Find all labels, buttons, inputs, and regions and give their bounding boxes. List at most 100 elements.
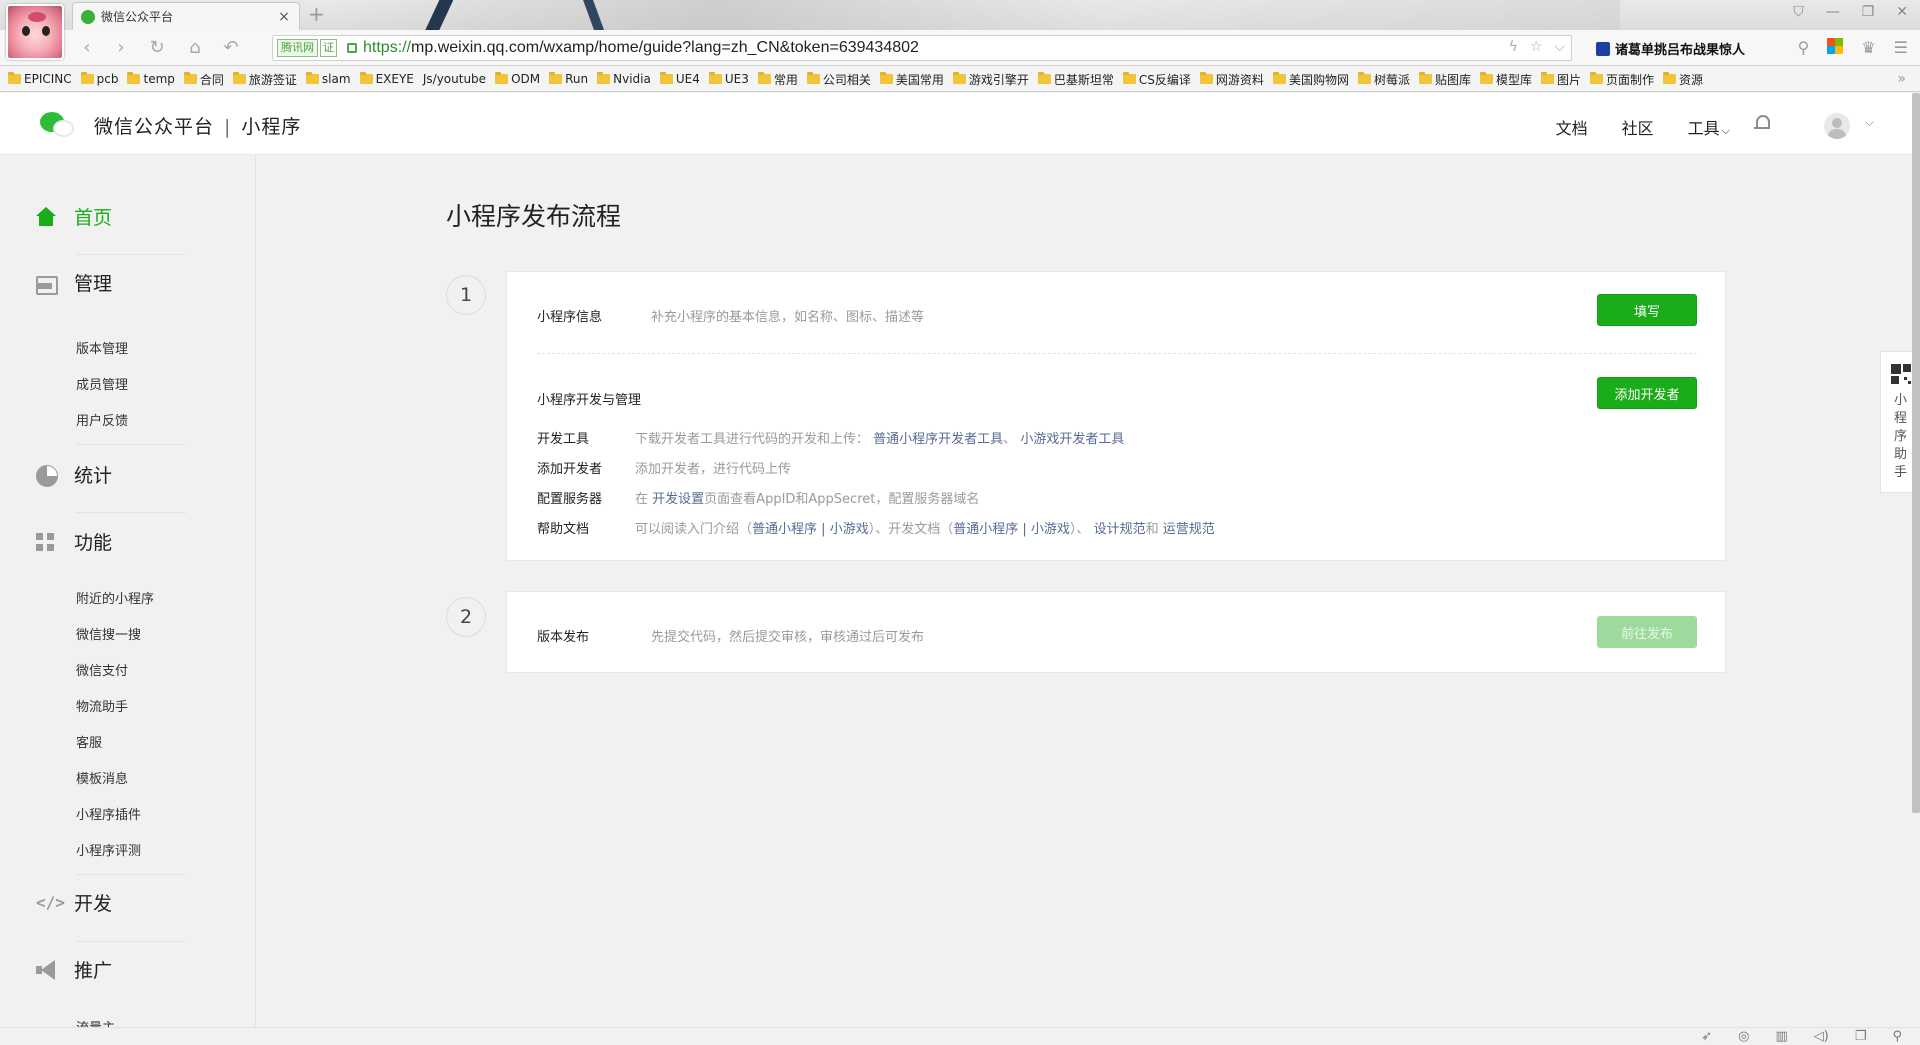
sidebar-item-stats[interactable]: 统计 xyxy=(36,461,112,488)
reload-icon[interactable]: ↻ xyxy=(146,38,168,58)
new-tab-button[interactable]: + xyxy=(308,3,325,25)
home-icon[interactable]: ⌂ xyxy=(184,38,206,58)
sidebar-item-promote[interactable]: 推广 xyxy=(36,956,112,983)
intro-mini-program-link[interactable]: 普通小程序 xyxy=(752,522,817,537)
volume-icon[interactable]: ◁) xyxy=(1814,1029,1829,1044)
bookmark-item[interactable]: 公司相关 xyxy=(806,71,871,88)
bell-icon[interactable] xyxy=(1754,115,1770,133)
sidebar-item-traffic[interactable]: 流量主 xyxy=(76,1017,115,1027)
bookmark-item[interactable]: slam xyxy=(305,72,351,86)
news-ticker[interactable]: 诸葛单挑吕布战果惊人 xyxy=(1596,39,1745,58)
wechat-logo-icon[interactable] xyxy=(40,112,74,138)
bookmark-item[interactable]: Run xyxy=(549,72,588,86)
search-icon[interactable]: ⚲ xyxy=(1798,38,1810,57)
cert-badge[interactable]: 证 xyxy=(320,39,337,57)
bookmark-item[interactable]: pcb xyxy=(80,72,118,86)
docs-mini-game-link[interactable]: 小游戏 xyxy=(1031,522,1070,537)
cert-label[interactable]: 腾讯网 xyxy=(277,39,318,57)
bookmark-item[interactable]: Js/youtube xyxy=(423,72,486,86)
add-developer-button[interactable]: 添加开发者 xyxy=(1597,377,1697,409)
bookmark-item[interactable]: 页面制作 xyxy=(1590,71,1654,88)
sidebar-item-logistics[interactable]: 物流助手 xyxy=(76,696,128,715)
bookmark-item[interactable]: EPICINC xyxy=(8,72,72,86)
docs-link[interactable]: 文档 xyxy=(1556,115,1588,139)
bookmark-item[interactable]: 常用 xyxy=(757,71,798,88)
sidebar-item-service[interactable]: 客服 xyxy=(76,732,102,751)
browser-tab[interactable]: 微信公众平台 × xyxy=(72,2,300,30)
minimize-icon[interactable]: — xyxy=(1826,4,1840,20)
menu-icon[interactable]: ☰ xyxy=(1894,38,1908,57)
bookmark-item[interactable]: 合同 xyxy=(183,71,224,88)
community-link[interactable]: 社区 xyxy=(1622,115,1654,139)
chevron-down-icon[interactable]: ⌵ xyxy=(1865,115,1874,130)
browser-profile-avatar[interactable] xyxy=(6,4,64,60)
brand[interactable]: 微信公众平台 | 小程序 xyxy=(94,112,301,139)
sidebar-item-feedback[interactable]: 用户反馈 xyxy=(76,410,128,429)
close-window-icon[interactable]: ✕ xyxy=(1896,4,1908,20)
bookmark-item[interactable]: 游戏引擎开 xyxy=(952,71,1029,88)
sidebar-item-members[interactable]: 成员管理 xyxy=(76,374,128,393)
bookmark-item[interactable]: 贴图库 xyxy=(1418,71,1471,88)
design-spec-link[interactable]: 设计规范 xyxy=(1094,522,1146,537)
url-input[interactable]: 腾讯网 证 https://mp.weixin.qq.com/wxamp/hom… xyxy=(272,35,1572,61)
bookmark-item[interactable]: 美国常用 xyxy=(879,71,944,88)
sidebar-item-features[interactable]: 功能 xyxy=(36,528,112,555)
bookmark-item[interactable]: 网游资料 xyxy=(1199,71,1264,88)
sidebar-item-pay[interactable]: 微信支付 xyxy=(76,660,128,679)
sidebar-item-plugin[interactable]: 小程序插件 xyxy=(76,804,141,823)
star-icon[interactable]: ☆ xyxy=(1530,39,1543,55)
intro-mini-game-link[interactable]: 小游戏 xyxy=(830,522,869,537)
speed-icon[interactable]: ◎ xyxy=(1738,1029,1749,1044)
forward-icon[interactable]: › xyxy=(110,38,132,58)
sidebar-item-versions[interactable]: 版本管理 xyxy=(76,338,128,357)
close-tab-icon[interactable]: × xyxy=(277,9,291,25)
rocket-icon[interactable]: ➶ xyxy=(1701,1029,1712,1044)
lightning-icon[interactable]: ϟ xyxy=(1509,39,1518,55)
bookmark-item[interactable]: 巴基斯坦常 xyxy=(1037,71,1114,88)
sidebar-item-evaluate[interactable]: 小程序评测 xyxy=(76,840,141,859)
avatar[interactable] xyxy=(1824,113,1850,139)
bookmark-item[interactable]: 图片 xyxy=(1541,71,1581,88)
bookmark-item[interactable]: UE4 xyxy=(659,72,700,86)
shirt-icon[interactable]: ⛉ xyxy=(1793,4,1804,20)
fill-info-button[interactable]: 填写 xyxy=(1597,294,1697,326)
window-icon[interactable]: ❐ xyxy=(1855,1029,1867,1044)
mini-game-devtool-link[interactable]: 小游戏开发者工具 xyxy=(1020,432,1124,447)
page-scrollbar[interactable] xyxy=(1912,93,1920,813)
dev-settings-link[interactable]: 开发设置 xyxy=(652,492,704,507)
bookmark-item[interactable]: Nvidia xyxy=(597,72,651,86)
sidebar-item-search[interactable]: 微信搜一搜 xyxy=(76,624,141,643)
folder-icon xyxy=(1479,72,1493,84)
tools-menu[interactable]: 工具 ⌵ xyxy=(1688,115,1730,139)
back-icon[interactable]: ‹ xyxy=(76,38,98,58)
sidebar-item-template[interactable]: 模板消息 xyxy=(76,768,128,787)
trash-icon[interactable]: ▥ xyxy=(1775,1029,1787,1044)
dropdown-icon[interactable]: ⌵ xyxy=(1554,39,1565,55)
publish-button[interactable]: 前往发布 xyxy=(1597,616,1697,648)
bookmark-item[interactable]: UE3 xyxy=(708,72,749,86)
folder-icon xyxy=(1663,72,1677,84)
crown-icon[interactable]: ♛ xyxy=(1861,38,1875,57)
sidebar-item-develop[interactable]: </> 开发 xyxy=(36,889,112,916)
bookmark-item[interactable]: 树莓派 xyxy=(1357,71,1410,88)
bookmark-item[interactable]: temp xyxy=(127,72,175,86)
bookmark-item[interactable]: 模型库 xyxy=(1479,71,1532,88)
bookmark-item[interactable]: CS反编译 xyxy=(1122,71,1191,88)
mini-program-devtool-link[interactable]: 普通小程序开发者工具 xyxy=(873,432,1003,447)
url-text[interactable]: https://mp.weixin.qq.com/wxamp/home/guid… xyxy=(363,39,919,57)
sidebar-item-nearby[interactable]: 附近的小程序 xyxy=(76,588,154,607)
sidebar-item-manage[interactable]: 管理 xyxy=(36,269,112,296)
sidebar-item-home[interactable]: 首页 xyxy=(36,203,112,230)
maximize-icon[interactable]: ❐ xyxy=(1862,4,1875,20)
bookmark-item[interactable]: EXEYE xyxy=(359,72,414,86)
bookmark-item[interactable]: 美国购物网 xyxy=(1272,71,1349,88)
apps-icon[interactable] xyxy=(1827,38,1844,54)
bookmark-item[interactable]: ODM xyxy=(495,72,540,86)
operation-spec-link[interactable]: 运营规范 xyxy=(1163,522,1215,537)
zoom-icon[interactable]: ⚲ xyxy=(1892,1029,1902,1044)
undo-close-icon[interactable]: ↶ xyxy=(220,38,242,58)
docs-mini-program-link[interactable]: 普通小程序 xyxy=(953,522,1018,537)
bookmark-item[interactable]: 旅游签证 xyxy=(232,71,297,88)
bookmark-item[interactable]: 资源 xyxy=(1663,71,1703,88)
bookmarks-overflow-icon[interactable]: » xyxy=(1897,71,1906,87)
